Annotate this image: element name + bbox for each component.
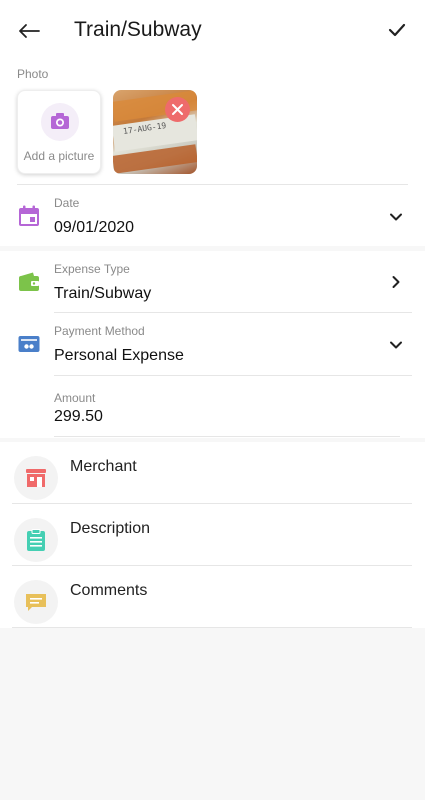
check-icon — [388, 23, 406, 37]
chevron-right-icon — [392, 276, 400, 288]
description-label: Description — [70, 520, 151, 537]
comments-icon-bg — [14, 580, 58, 624]
expense-type-label: Expense Type — [54, 262, 130, 276]
amount-input[interactable]: 299.50 — [54, 408, 103, 426]
payment-method-label: Payment Method — [54, 324, 145, 338]
camera-icon-bg — [41, 103, 79, 141]
description-icon-bg — [14, 518, 58, 562]
divider — [54, 436, 400, 437]
clipboard-icon — [27, 529, 45, 551]
chevron-down-icon — [390, 341, 402, 349]
amount-label: Amount — [54, 391, 96, 405]
divider — [12, 565, 412, 566]
add-picture-button[interactable]: Add a picture — [17, 90, 101, 174]
extras-card — [0, 442, 425, 628]
comment-icon — [26, 594, 46, 611]
divider — [17, 184, 408, 185]
back-arrow-icon — [19, 24, 40, 38]
date-value: 09/01/2020 — [54, 219, 135, 236]
divider — [12, 503, 412, 504]
photo-section-label: Photo — [17, 67, 49, 81]
camera-icon — [51, 113, 69, 129]
credit-card-icon — [18, 336, 40, 352]
date-label: Date — [54, 196, 80, 210]
chevron-down-icon — [390, 213, 402, 221]
app-header: Train/Subway — [0, 0, 425, 60]
merchant-icon-bg — [14, 456, 58, 500]
merchant-label: Merchant — [70, 458, 137, 475]
remove-photo-button[interactable] — [165, 97, 190, 122]
calendar-icon — [19, 205, 39, 226]
save-button[interactable] — [383, 16, 411, 44]
comments-label: Comments — [70, 582, 148, 599]
back-button[interactable] — [14, 16, 44, 46]
store-icon — [26, 469, 46, 487]
page-title: Train/Subway — [74, 18, 202, 41]
expense-type-value: Train/Subway — [54, 285, 152, 302]
divider — [54, 312, 412, 313]
divider — [12, 627, 412, 628]
wallet-icon — [19, 272, 39, 291]
add-picture-label: Add a picture — [23, 149, 95, 163]
close-icon — [172, 104, 183, 115]
divider — [54, 375, 412, 376]
payment-method-value: Personal Expense — [54, 347, 184, 364]
